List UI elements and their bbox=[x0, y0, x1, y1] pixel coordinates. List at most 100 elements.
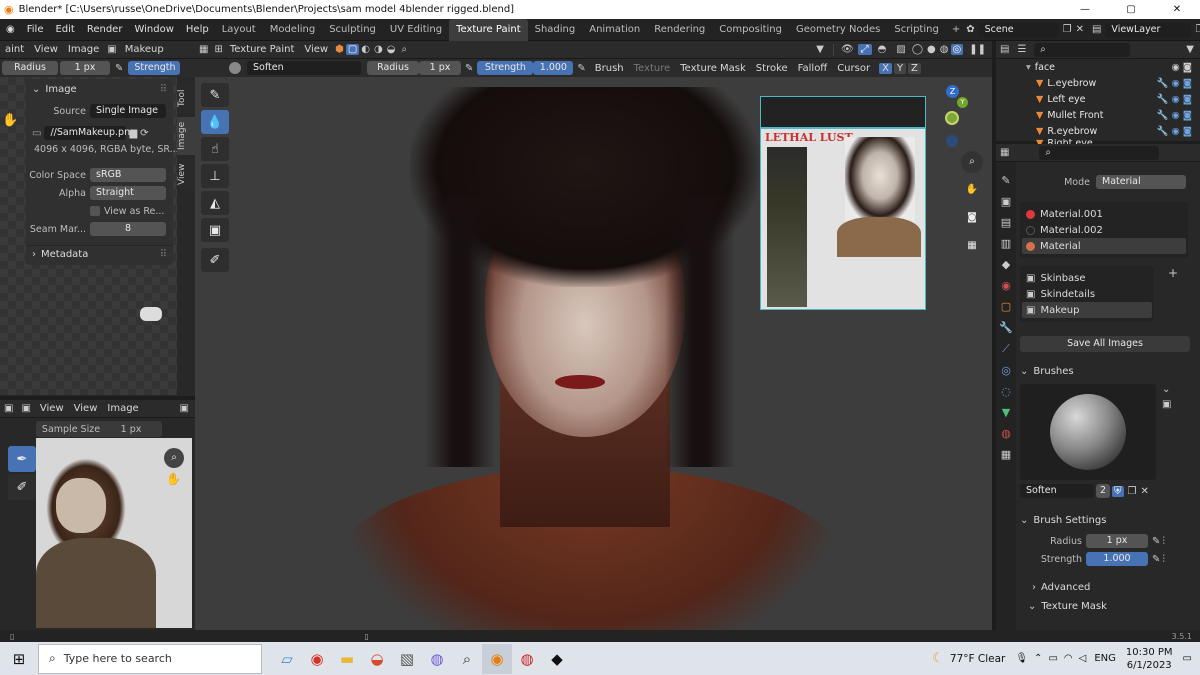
menu-view[interactable]: View bbox=[299, 44, 333, 55]
alpha-dropdown[interactable]: Straight bbox=[90, 186, 166, 200]
wireframe-shading-icon[interactable]: ◯ bbox=[912, 44, 923, 55]
modifier-tab-icon[interactable]: 🔧 bbox=[996, 321, 1016, 334]
folder-icon[interactable]: ▆ bbox=[129, 128, 137, 139]
add-workspace-icon[interactable]: + bbox=[946, 24, 966, 35]
mode-dropdown[interactable]: Texture Paint bbox=[225, 44, 300, 55]
filter-icon[interactable]: ▼ bbox=[816, 44, 824, 55]
texture-slot[interactable]: ▣ Skindetails bbox=[1022, 286, 1152, 302]
tab-modeling[interactable]: Modeling bbox=[263, 19, 323, 41]
xray-icon[interactable]: ▨ bbox=[896, 44, 905, 55]
overlay-icon[interactable]: ◓ bbox=[878, 44, 887, 55]
cursor-menu[interactable]: Cursor bbox=[832, 63, 875, 74]
menu-image[interactable]: Image bbox=[63, 44, 104, 55]
tool-tab-icon[interactable]: ✎ bbox=[996, 174, 1016, 187]
hand-icon[interactable]: ✋ bbox=[961, 179, 983, 201]
tab-sculpting[interactable]: Sculpting bbox=[322, 19, 383, 41]
viewport-3d[interactable]: ▦ ⊞ Texture Paint View ⬢ ▢ ◐ ◑ ◒ ⌕ ▼ 👁 ⤢… bbox=[195, 41, 992, 630]
tab-geometry-nodes[interactable]: Geometry Nodes bbox=[789, 19, 887, 41]
particles-tab-icon[interactable]: ⟋ bbox=[996, 342, 1016, 356]
filter-icon[interactable]: ▼ bbox=[1186, 44, 1200, 55]
menu-file[interactable]: File bbox=[21, 24, 50, 35]
modifier-icon[interactable]: 🔧 ◉ ◙ bbox=[1157, 126, 1192, 137]
messenger-app-icon[interactable]: ◍ bbox=[422, 644, 452, 674]
advanced-panel-header[interactable]: › Advanced bbox=[1020, 579, 1196, 595]
search-icon[interactable]: ⌕ bbox=[402, 44, 408, 55]
drag-handle-icon[interactable]: ⠿ bbox=[160, 84, 167, 95]
source-dropdown[interactable]: Single Image bbox=[90, 104, 166, 118]
material-slot[interactable]: Material.001 bbox=[1022, 206, 1186, 222]
pause-icon[interactable]: ❚❚ bbox=[969, 44, 986, 55]
modifier-icon[interactable]: 🔧 ◉ ◙ bbox=[1157, 94, 1192, 105]
gizmo-z-axis[interactable]: Z bbox=[946, 85, 959, 98]
delete-scene-icon[interactable]: ✕ bbox=[1076, 24, 1084, 35]
blender-app-icon[interactable]: ◉ bbox=[482, 643, 512, 674]
view-layer-selector[interactable]: ViewLayer bbox=[1105, 22, 1192, 37]
new-scene-icon[interactable]: ❐ bbox=[1063, 24, 1072, 35]
radius-pressure-icon[interactable]: ✎ bbox=[465, 63, 473, 74]
photos-app-icon[interactable]: ▧ bbox=[392, 644, 422, 674]
texture-mask-panel-header[interactable]: ⌄ Texture Mask bbox=[1020, 598, 1196, 614]
seam-margin-field[interactable]: 8 bbox=[90, 222, 166, 236]
scene-tab-icon[interactable]: ◆ bbox=[996, 258, 1016, 271]
tab-image[interactable]: Image bbox=[177, 117, 195, 155]
strength-pressure-icon[interactable]: ✎ bbox=[577, 63, 585, 74]
strength-field[interactable]: 1.000 bbox=[1086, 552, 1148, 566]
add-texture-icon[interactable]: + bbox=[1168, 266, 1178, 280]
annotate-tool-button[interactable]: ✐ bbox=[201, 248, 229, 272]
world-tab-icon[interactable]: ◉ bbox=[996, 279, 1016, 292]
mic-icon[interactable]: 🎙 bbox=[1015, 653, 1028, 664]
chrome-app-icon[interactable]: ◉ bbox=[302, 644, 332, 674]
texture-slot-active[interactable]: ▣ Makeup bbox=[1022, 302, 1152, 318]
menu-image[interactable]: Image bbox=[102, 403, 143, 414]
constraints-tab-icon[interactable]: ◌ bbox=[996, 385, 1016, 398]
outliner-row[interactable]: ▼ R.eyebrow 🔧 ◉ ◙ bbox=[1026, 123, 1200, 139]
material-shading-icon[interactable]: ◍ bbox=[940, 44, 949, 55]
network-icon[interactable]: ▭ bbox=[1048, 653, 1057, 664]
radius-field[interactable]: 1 px bbox=[1086, 534, 1148, 548]
view-layer-tab-icon[interactable]: ▥ bbox=[996, 237, 1016, 250]
data-tab-icon[interactable]: ▼ bbox=[996, 406, 1016, 419]
scene-icon[interactable]: ✿ bbox=[966, 24, 974, 35]
rendered-shading-icon[interactable]: ◎ bbox=[950, 44, 964, 55]
tab-uv-editing[interactable]: UV Editing bbox=[383, 19, 449, 41]
material-slot[interactable]: Material.002 bbox=[1022, 222, 1186, 238]
symmetry-icon[interactable]: ◒ bbox=[387, 44, 396, 55]
bone-mask-icon[interactable]: ◑ bbox=[374, 44, 383, 55]
smear-tool-button[interactable]: ☝ bbox=[201, 137, 229, 161]
gizmo-y-axis[interactable]: Y bbox=[957, 97, 968, 108]
material-slot-active[interactable]: Material bbox=[1022, 238, 1186, 254]
reload-icon[interactable]: ⟳ bbox=[140, 128, 148, 139]
volume-icon[interactable]: ◁ bbox=[1079, 653, 1087, 664]
vertex-mask-icon[interactable]: ◐ bbox=[361, 44, 370, 55]
radius-field[interactable]: 1 px bbox=[60, 61, 110, 75]
brush-image-icon[interactable]: ▣ bbox=[1162, 399, 1171, 410]
outliner-row[interactable]: ▾ face ◉ ◙ bbox=[1026, 59, 1200, 75]
tab-tool[interactable]: Tool bbox=[177, 83, 195, 113]
file-explorer-app-icon[interactable]: ▬ bbox=[332, 644, 362, 674]
radius-field[interactable]: 1 px bbox=[419, 61, 461, 75]
color-space-dropdown[interactable]: sRGB bbox=[90, 168, 166, 182]
outliner-row[interactable]: ▼ Left eye 🔧 ◉ ◙ bbox=[1026, 91, 1200, 107]
maximize-icon[interactable]: ▢ bbox=[1108, 4, 1154, 15]
menu-window[interactable]: Window bbox=[128, 24, 179, 35]
mode-dropdown[interactable]: Material bbox=[1096, 175, 1186, 189]
brush-name-field[interactable]: Soften bbox=[1020, 484, 1094, 498]
image-browse-icon[interactable]: ▣ bbox=[180, 403, 195, 414]
stroke-menu[interactable]: Stroke bbox=[751, 63, 793, 74]
display-mode-icon[interactable]: ☰ bbox=[1013, 44, 1030, 55]
material-tab-icon[interactable]: ◍ bbox=[996, 427, 1016, 440]
sample-size-value[interactable]: 1 px bbox=[106, 424, 156, 435]
strength-field[interactable]: 1.000 bbox=[533, 61, 574, 75]
view-layer-icon[interactable]: ▤ bbox=[1092, 24, 1101, 35]
minimize-icon[interactable]: — bbox=[1062, 4, 1108, 15]
output-tab-icon[interactable]: ▤ bbox=[996, 216, 1016, 229]
search-app-icon[interactable]: ⌕ bbox=[452, 644, 482, 674]
strength-label[interactable]: Strength bbox=[477, 61, 534, 75]
modifier-icon[interactable]: 🔧 ◉ ◙ bbox=[1157, 78, 1192, 89]
image-panel-header[interactable]: ⌄ Image ⠿ bbox=[26, 79, 173, 99]
physics-tab-icon[interactable]: ◎ bbox=[996, 364, 1016, 377]
tab-texture-paint[interactable]: Texture Paint bbox=[449, 18, 528, 41]
tab-scripting[interactable]: Scripting bbox=[887, 19, 945, 41]
duplicate-brush-icon[interactable]: ❐ bbox=[1128, 486, 1137, 497]
tab-animation[interactable]: Animation bbox=[582, 19, 647, 41]
